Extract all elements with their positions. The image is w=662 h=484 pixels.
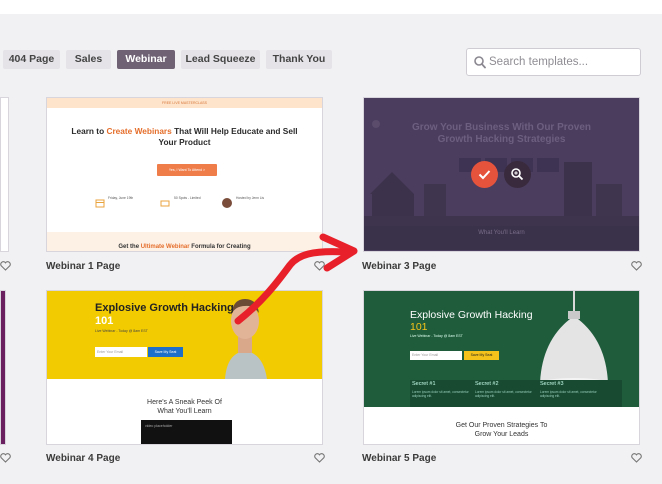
card-headline: Explosive Growth Hacking 101 xyxy=(410,309,533,333)
template-card-webinar-3[interactable]: Grow Your Business With Our Proven Growt… xyxy=(363,97,640,252)
card-email-field: Enter Your Email xyxy=(410,351,462,360)
search-input[interactable] xyxy=(489,53,637,71)
feature-host: Hosted by Jenn Lis xyxy=(236,196,265,200)
heart-icon[interactable] xyxy=(314,261,325,271)
secret-text: Lorem ipsum dolor sit amet, consectetur … xyxy=(475,390,532,398)
zoom-icon xyxy=(511,168,524,181)
card-video: video placeholder xyxy=(141,420,232,444)
card-section-heading: Get Our Proven Strategies To Grow Your L… xyxy=(455,422,548,438)
secret-text: Lorem ipsum dolor sit amet, consectetur … xyxy=(412,390,469,398)
template-card-webinar-1[interactable]: FREE LIVE MASTERCLASS Learn to Create We… xyxy=(46,97,323,252)
bottom-pre: Get the xyxy=(118,244,141,250)
feature-spots: 50 Spots - Limited xyxy=(174,196,201,200)
bottom-post: Formula for Creating xyxy=(189,244,251,250)
headline-text: Explosive Growth Hacking xyxy=(95,302,234,314)
headline-pre: Learn to xyxy=(71,126,107,136)
heart-icon[interactable] xyxy=(631,261,642,271)
heart-icon[interactable] xyxy=(631,453,642,463)
template-card-webinar-5[interactable]: Explosive Growth Hacking 101 Live Webina… xyxy=(363,290,640,445)
card-section-heading: Here's A Sneak Peek Of What You'll Learn xyxy=(147,399,222,415)
partial-card-left-top[interactable] xyxy=(0,97,9,252)
secret-title: Secret #2 xyxy=(475,381,499,387)
heart-icon[interactable] xyxy=(0,453,11,463)
card-bottom-heading: What You'll Learn xyxy=(364,226,639,250)
tab-webinar[interactable]: Webinar xyxy=(117,50,175,69)
headline-highlight: 101 xyxy=(410,321,428,333)
card-subtext: Live Webinar - Today @ 8am EST xyxy=(410,334,463,338)
heart-icon[interactable] xyxy=(0,261,11,271)
template-name: Webinar 1 Page xyxy=(46,261,121,272)
tab-404-page[interactable]: 404 Page xyxy=(3,50,60,69)
secret-title: Secret #3 xyxy=(540,381,564,387)
check-icon xyxy=(478,170,491,180)
lamp-illustration xyxy=(540,291,608,388)
headline-text: Explosive Growth Hacking xyxy=(410,309,533,321)
host-avatar xyxy=(222,198,232,208)
partial-card-left-bottom[interactable] xyxy=(0,290,6,445)
seats-icon xyxy=(160,200,170,207)
use-template-button[interactable] xyxy=(471,161,498,188)
template-card-webinar-4[interactable]: Explosive Growth Hacking 101 Live Webina… xyxy=(46,290,323,445)
card-cta: Yes, I Want To Attend > xyxy=(157,164,217,176)
card-banner: FREE LIVE MASTERCLASS xyxy=(47,98,322,108)
search-icon xyxy=(474,56,486,69)
secret-title: Secret #1 xyxy=(412,381,436,387)
card-bottom-heading: Get the Ultimate Webinar Formula for Cre… xyxy=(47,232,322,251)
template-name: Webinar 4 Page xyxy=(46,453,121,464)
preview-button[interactable] xyxy=(504,161,531,188)
card-headline: Grow Your Business With Our Proven Growt… xyxy=(411,122,591,145)
tab-sales[interactable]: Sales xyxy=(66,50,111,69)
headline-highlight: 101 xyxy=(95,315,114,327)
card-headline: Learn to Create Webinars That Will Help … xyxy=(67,126,302,148)
calendar-icon xyxy=(95,199,105,208)
tab-lead-squeeze[interactable]: Lead Squeeze xyxy=(181,50,260,69)
template-name: Webinar 3 Page xyxy=(362,261,437,272)
headline-highlight: Create Webinars xyxy=(106,126,172,136)
card-headline: Explosive Growth Hacking 101 xyxy=(95,302,234,328)
search-box xyxy=(466,48,641,76)
card-subtext xyxy=(107,150,262,154)
card-subtext: Live Webinar - Today @ 8am EST xyxy=(95,329,148,333)
feature-date: Friday, June 19th xyxy=(108,196,134,200)
card-cta: Save My Seat xyxy=(148,347,183,357)
card-email-field: Enter Your Email xyxy=(95,347,147,357)
card-cta: Save My Seat xyxy=(464,351,499,360)
top-bar xyxy=(0,0,662,14)
secret-text: Lorem ipsum dolor sit amet, consectetur … xyxy=(540,390,597,398)
bottom-highlight: Ultimate Webinar xyxy=(140,244,190,250)
heart-icon[interactable] xyxy=(314,453,325,463)
template-name: Webinar 5 Page xyxy=(362,453,437,464)
headline-post: That Will Help Educate and Sell Your Pro… xyxy=(158,126,298,147)
tab-thank-you[interactable]: Thank You xyxy=(266,50,332,69)
